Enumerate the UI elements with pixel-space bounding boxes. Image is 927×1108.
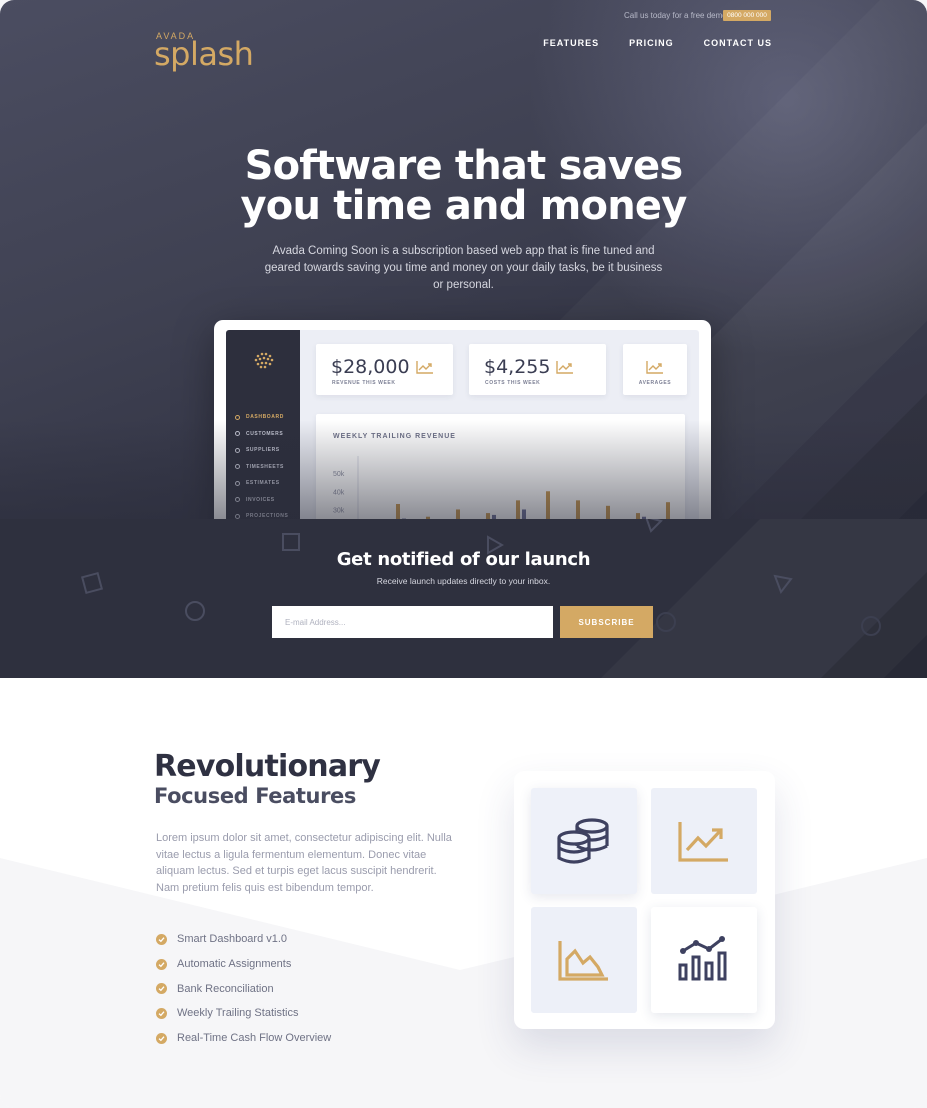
trend-up-icon xyxy=(678,822,728,862)
features-section: Revolutionary Focused Features Lorem ips… xyxy=(0,678,927,1108)
phone-badge[interactable]: 0800 000 000 xyxy=(723,10,771,21)
stat-label: AVERAGES xyxy=(638,380,672,386)
stat-card-costs: $4,255 COSTS THIS WEEK xyxy=(469,344,606,395)
check-icon xyxy=(156,983,167,995)
trend-up-icon xyxy=(646,361,663,374)
stat-value: $28,000 xyxy=(331,356,410,378)
bar-line-chart-icon xyxy=(678,936,727,981)
menu-dot-icon xyxy=(235,447,240,453)
hero-title-line: you time and money xyxy=(240,183,688,229)
check-icon xyxy=(156,1032,167,1044)
trend-up-icon xyxy=(556,361,573,374)
dashboard-menu-item[interactable]: ESTIMATES xyxy=(235,475,288,492)
circle-outline-shape xyxy=(185,601,205,621)
call-us-text: Call us today for a free demo xyxy=(624,11,727,20)
menu-dot-icon xyxy=(235,480,240,486)
y-tick-label: 50k xyxy=(333,471,345,478)
features-subtitle: Focused Features xyxy=(154,784,357,808)
menu-dot-icon xyxy=(235,464,240,470)
menu-dot-icon xyxy=(235,513,240,519)
trend-up-icon xyxy=(416,361,433,374)
dashboard-menu-item[interactable]: DASHBOARD xyxy=(235,409,288,426)
dashboard-menu-item[interactable]: SUPPLIERS xyxy=(235,442,288,459)
features-background-shape xyxy=(0,858,927,1108)
email-field[interactable] xyxy=(272,606,553,638)
circle-outline-shape xyxy=(861,616,881,636)
feature-item: Bank Reconciliation xyxy=(156,976,331,1001)
coins-icon xyxy=(557,818,609,864)
nav-contact-us[interactable]: CONTACT US xyxy=(704,38,772,48)
feature-item: Real-Time Cash Flow Overview xyxy=(156,1026,331,1051)
newsletter-section: Get notified of our launch Receive launc… xyxy=(0,519,927,678)
stat-card-revenue: $28,000 REVENUE THIS WEEK xyxy=(316,344,453,395)
page: Call us today for a free demo 0800 000 0… xyxy=(0,0,927,1108)
dashboard-menu-item[interactable]: TIMESHEETS xyxy=(235,459,288,476)
main-nav: FEATURES PRICING CONTACT US xyxy=(543,38,772,48)
stat-value: $4,255 xyxy=(484,356,551,378)
area-chart-icon xyxy=(558,941,608,981)
hero-title-line: Software that saves xyxy=(244,143,684,189)
dashboard-menu: DASHBOARD CUSTOMERS SUPPLIERS TIMESHEETS… xyxy=(235,409,288,525)
newsletter-subtitle: Receive launch updates directly to your … xyxy=(376,576,551,586)
feature-item: Weekly Trailing Statistics xyxy=(156,1001,331,1026)
feature-tile[interactable] xyxy=(651,788,757,894)
feature-item: Smart Dashboard v1.0 xyxy=(156,927,331,952)
nav-features[interactable]: FEATURES xyxy=(543,38,599,48)
dashboard-logo-icon xyxy=(254,352,274,369)
check-icon xyxy=(156,958,167,970)
stat-label: REVENUE THIS WEEK xyxy=(332,380,396,386)
menu-dot-icon xyxy=(235,497,240,503)
features-title: Revolutionary xyxy=(154,749,381,784)
dashboard-menu-item[interactable]: INVOICES xyxy=(235,492,288,509)
features-list: Smart Dashboard v1.0 Automatic Assignmen… xyxy=(156,927,331,1050)
triangle-outline-shape xyxy=(645,519,663,533)
feature-tile[interactable] xyxy=(651,907,757,1013)
check-icon xyxy=(156,1007,167,1019)
y-tick-label: 40k xyxy=(333,489,345,496)
stat-label: COSTS THIS WEEK xyxy=(485,380,541,386)
logo-main-text: splash xyxy=(154,35,254,73)
nav-pricing[interactable]: PRICING xyxy=(629,38,674,48)
dashboard-mockup: DASHBOARD CUSTOMERS SUPPLIERS TIMESHEETS… xyxy=(214,320,711,550)
logo[interactable]: AVADA splash xyxy=(154,31,264,73)
feature-tile[interactable] xyxy=(531,788,637,894)
newsletter-title: Get notified of our launch xyxy=(336,549,591,570)
menu-dot-icon xyxy=(235,414,240,420)
feature-icons-card xyxy=(514,771,775,1029)
feature-item: Automatic Assignments xyxy=(156,952,331,977)
hero-subtitle: Avada Coming Soon is a subscription base… xyxy=(264,245,663,291)
dashboard-sidebar: DASHBOARD CUSTOMERS SUPPLIERS TIMESHEETS… xyxy=(226,330,300,550)
dashboard-menu-item[interactable]: CUSTOMERS xyxy=(235,426,288,443)
y-tick-label: 30k xyxy=(333,507,345,514)
feature-tile[interactable] xyxy=(531,907,637,1013)
stat-card-averages: AVERAGES xyxy=(623,344,687,395)
menu-dot-icon xyxy=(235,431,240,437)
features-description: Lorem ipsum dolor sit amet, consectetur … xyxy=(156,832,452,894)
hero-title: Software that saves you time and money xyxy=(0,146,927,226)
subscribe-button[interactable]: SUBSCRIBE xyxy=(560,606,653,638)
dashboard-screen: DASHBOARD CUSTOMERS SUPPLIERS TIMESHEETS… xyxy=(226,330,699,550)
circle-outline-shape xyxy=(656,612,676,632)
check-icon xyxy=(156,933,167,945)
